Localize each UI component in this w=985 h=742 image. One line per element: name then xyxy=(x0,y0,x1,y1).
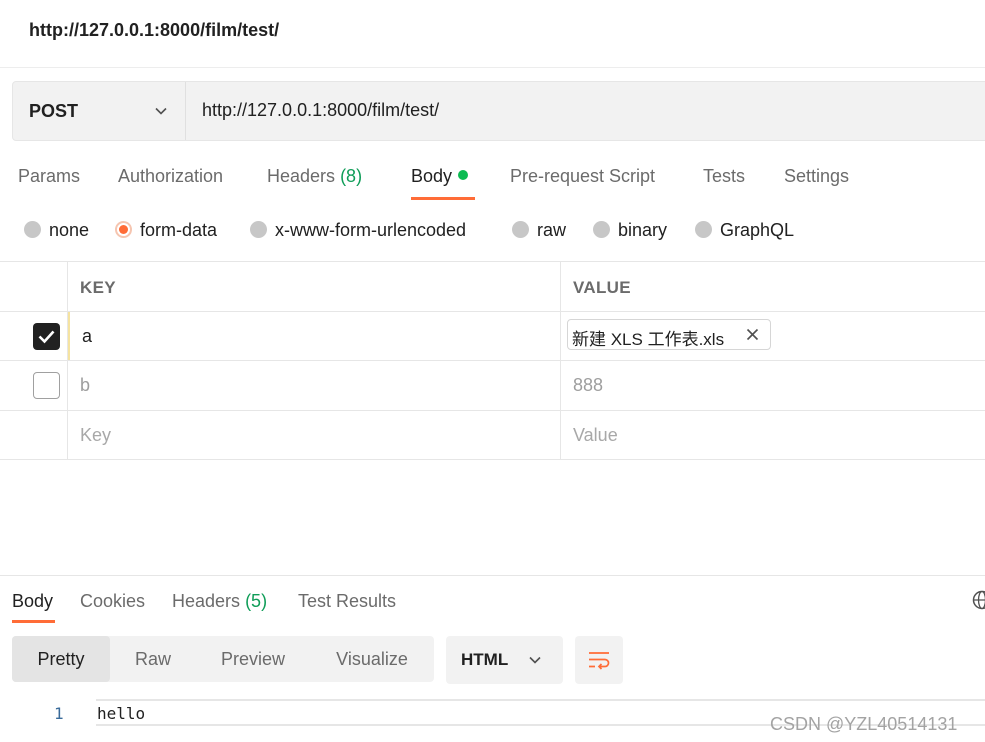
value-cell[interactable]: 888 xyxy=(561,361,985,410)
radio-raw-label: raw xyxy=(537,220,567,240)
file-name: 新建 XLS 工作表.xls xyxy=(572,330,725,349)
radio-graphql-label: GraphQL xyxy=(720,220,795,240)
new-value-input[interactable]: Value xyxy=(561,411,985,459)
chevron-down-icon xyxy=(529,656,541,664)
tab-tests[interactable]: Tests xyxy=(703,166,745,187)
value-placeholder: Value xyxy=(573,425,618,445)
key-cell[interactable]: b xyxy=(68,361,561,410)
tab-settings[interactable]: Settings xyxy=(784,166,849,187)
table-row: a 新建 XLS 工作表.xls xyxy=(0,312,985,361)
view-mode-selector: Pretty Raw Preview Visualize xyxy=(12,636,434,682)
resp-tab-headers-label: Headers xyxy=(172,591,241,611)
tab-tests-label: Tests xyxy=(703,166,746,186)
radio-form-data[interactable]: form-data xyxy=(115,220,217,241)
value-cell: 新建 XLS 工作表.xls xyxy=(561,312,985,360)
radio-selected-icon xyxy=(115,221,132,238)
header-value-label: VALUE xyxy=(573,278,631,297)
request-tabs: Params Authorization Headers (8) Body Pr… xyxy=(0,160,985,200)
url-bar: POST http://127.0.0.1:8000/film/test/ xyxy=(12,81,985,141)
tab-settings-label: Settings xyxy=(784,166,850,186)
tab-pre-request-script[interactable]: Pre-request Script xyxy=(510,166,655,187)
row-check-cell xyxy=(0,361,68,410)
radio-circle-icon xyxy=(24,221,41,238)
format-label: HTML xyxy=(461,650,509,669)
active-tab-indicator xyxy=(411,197,475,200)
request-title[interactable]: http://127.0.0.1:8000/film/test/ xyxy=(29,20,279,41)
tab-authorization[interactable]: Authorization xyxy=(118,166,223,187)
view-visualize[interactable]: Visualize xyxy=(310,636,434,682)
table-header: KEY VALUE xyxy=(0,261,985,312)
tab-headers[interactable]: Headers (8) xyxy=(267,166,362,187)
row-checkbox[interactable] xyxy=(33,372,60,399)
headers-count-badge: (8) xyxy=(340,166,363,186)
file-chip[interactable]: 新建 XLS 工作表.xls xyxy=(567,319,771,350)
resp-headers-count-badge: (5) xyxy=(245,591,268,611)
tab-body-label: Body xyxy=(411,166,453,186)
line-number: 1 xyxy=(54,704,64,723)
table-row: b 888 xyxy=(0,361,985,411)
header-value-cell: VALUE xyxy=(561,262,985,311)
resp-tab-cookies[interactable]: Cookies xyxy=(80,591,145,612)
key-text: a xyxy=(82,326,93,346)
radio-circle-icon xyxy=(695,221,712,238)
radio-form-data-label: form-data xyxy=(140,220,218,240)
view-pretty[interactable]: Pretty xyxy=(12,636,110,682)
method-label: POST xyxy=(29,101,79,121)
radio-x-www-form-urlencoded[interactable]: x-www-form-urlencoded xyxy=(250,220,466,241)
active-resp-tab-indicator xyxy=(12,620,55,623)
new-key-input[interactable]: Key xyxy=(68,411,561,459)
resp-tab-headers[interactable]: Headers (5) xyxy=(172,591,267,612)
resp-tab-cookies-label: Cookies xyxy=(80,591,146,611)
body-type-selector: none form-data x-www-form-urlencoded raw… xyxy=(0,214,985,248)
method-select[interactable]: POST xyxy=(13,82,186,140)
radio-binary-label: binary xyxy=(618,220,668,240)
remove-file-icon[interactable] xyxy=(746,328,759,341)
resp-tab-body-label: Body xyxy=(12,591,54,611)
url-input[interactable]: http://127.0.0.1:8000/film/test/ xyxy=(202,100,439,121)
tab-params[interactable]: Params xyxy=(18,166,80,187)
response-code-line: hello xyxy=(97,704,146,723)
header-key-label: KEY xyxy=(80,278,116,297)
tab-pre-request-script-label: Pre-request Script xyxy=(510,166,656,186)
radio-urlencoded-label: x-www-form-urlencoded xyxy=(275,220,467,240)
check-icon xyxy=(38,330,55,344)
watermark: CSDN @YZL40514131 xyxy=(770,714,958,734)
radio-none[interactable]: none xyxy=(24,220,89,241)
resp-tab-test-results[interactable]: Test Results xyxy=(298,591,396,612)
response-tabs: Body Cookies Headers (5) Test Results xyxy=(0,575,985,623)
radio-none-label: none xyxy=(49,220,90,240)
view-raw[interactable]: Raw xyxy=(110,636,196,682)
radio-circle-icon xyxy=(250,221,267,238)
resp-tab-body[interactable]: Body xyxy=(12,591,53,612)
row-check-cell xyxy=(0,411,68,459)
key-cell[interactable]: a xyxy=(68,312,561,360)
radio-raw[interactable]: raw xyxy=(512,220,566,241)
view-preview[interactable]: Preview xyxy=(196,636,310,682)
resp-tab-test-results-label: Test Results xyxy=(298,591,397,611)
tab-params-label: Params xyxy=(18,166,81,186)
radio-binary[interactable]: binary xyxy=(593,220,667,241)
row-checkbox[interactable] xyxy=(33,323,60,350)
title-bar: http://127.0.0.1:8000/film/test/ xyxy=(0,0,985,68)
row-check-cell xyxy=(0,312,68,360)
tab-headers-label: Headers xyxy=(267,166,336,186)
table-row-new: Key Value xyxy=(0,411,985,460)
wrap-lines-button[interactable] xyxy=(575,636,623,684)
radio-graphql[interactable]: GraphQL xyxy=(695,220,794,241)
radio-circle-icon xyxy=(512,221,529,238)
body-status-dot xyxy=(458,170,469,180)
tab-authorization-label: Authorization xyxy=(118,166,224,186)
key-placeholder: Key xyxy=(80,425,112,445)
key-text: b xyxy=(80,375,91,395)
header-check-cell xyxy=(0,262,68,311)
header-key-cell: KEY xyxy=(68,262,561,311)
format-select[interactable]: HTML xyxy=(446,636,563,684)
tab-body[interactable]: Body xyxy=(411,166,469,187)
wrap-lines-icon xyxy=(589,652,610,670)
value-text: 888 xyxy=(573,375,604,395)
radio-circle-icon xyxy=(593,221,610,238)
chevron-down-icon xyxy=(155,107,167,115)
globe-icon[interactable] xyxy=(972,590,985,610)
